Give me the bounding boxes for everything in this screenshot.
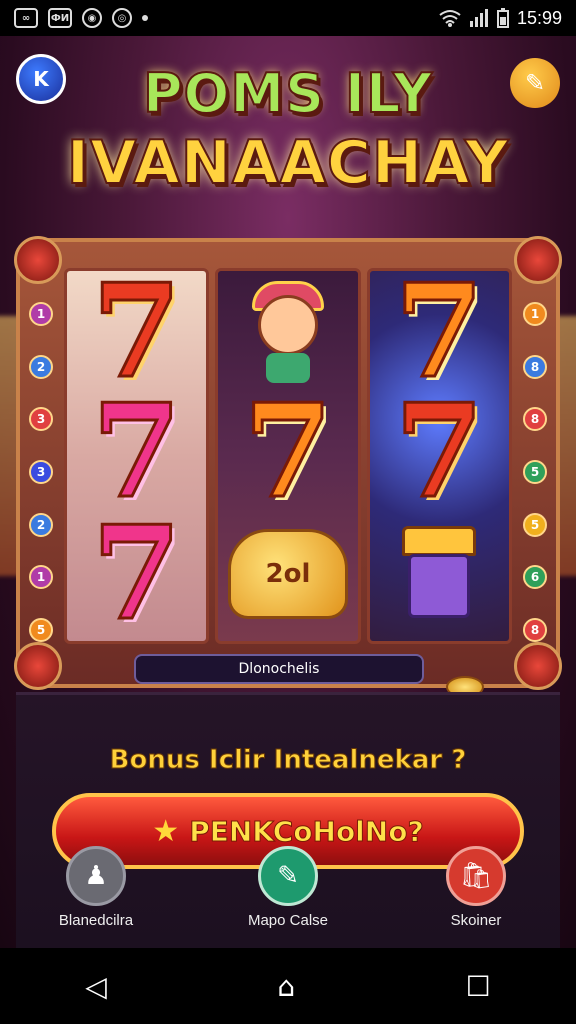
home-icon[interactable]: ⌂	[277, 970, 295, 1003]
payline-marker: 1	[523, 302, 547, 326]
bonus-text: Bonus Iclir Intealnekar ?	[109, 745, 467, 776]
payline-marker: 2	[29, 512, 53, 537]
gold-bag-symbol: 2ol	[227, 529, 348, 619]
nav-item-shop[interactable]: 🛍 Skoiner	[416, 846, 536, 929]
reel-area: 7 7 7 7 2ol 7 7	[64, 268, 512, 644]
game-title-line-1: POMS ILY	[142, 61, 434, 126]
nav-label: Skoiner	[450, 912, 502, 929]
payline-marker: 3	[29, 407, 53, 432]
corner-ornament	[14, 642, 62, 690]
nav-item-map[interactable]: ✎ Mapo Calse	[228, 846, 348, 929]
app-logo-button[interactable]: K	[16, 54, 66, 104]
payline-marker: 5	[523, 459, 547, 484]
payline-marker: 8	[523, 617, 547, 642]
clock: 15:99	[516, 7, 562, 28]
corner-ornament	[14, 236, 62, 284]
more-notifications-dot	[142, 15, 148, 21]
reel-2: 7 2ol	[215, 268, 361, 644]
reel-1: 7 7 7	[64, 268, 210, 644]
payline-marker: 8	[523, 407, 547, 432]
image-icon: ФИ	[48, 8, 72, 28]
app-icon: ◉	[82, 8, 102, 28]
nav-label: Blanedcilra	[58, 912, 134, 929]
system-navigation-bar: ◁ ⌂ ☐	[0, 948, 576, 1024]
slot-game-screen: K ✎ POMS ILY IVANAACHAY 1 2 3 3 2 1 5 1 …	[0, 36, 576, 948]
settings-button[interactable]: ✎	[510, 58, 560, 108]
shop-icon: 🛍	[446, 846, 506, 906]
recents-icon[interactable]: ☐	[466, 970, 491, 1003]
payline-marker: 5	[29, 617, 53, 642]
payline-marker: 1	[29, 565, 53, 590]
wrench-icon: ✎	[524, 69, 546, 97]
slot-machine: 1 2 3 3 2 1 5 1 8 8 5 5 6 8 7 7 7 7 2ol …	[14, 236, 562, 690]
nav-item-profile[interactable]: ♟ Blanedcilra	[36, 846, 156, 929]
notification-icon: ∞	[14, 8, 38, 28]
payline-marker: 8	[523, 354, 547, 379]
spin-button-label: PENKCoHolNo?	[189, 814, 424, 848]
map-icon: ✎	[258, 846, 318, 906]
corner-ornament	[514, 236, 562, 284]
machine-nameplate: Dlonochelis	[134, 654, 424, 684]
right-payline-markers: 1 8 8 5 5 6 8	[522, 302, 548, 642]
nav-label: Mapo Calse	[247, 912, 329, 929]
status-bar: ∞ ФИ ◉ ◎ 15:99	[0, 0, 576, 36]
payline-marker: 5	[523, 512, 547, 537]
wifi-icon	[439, 10, 461, 27]
jester-character-symbol	[240, 277, 336, 387]
seven-symbol: 7	[91, 377, 183, 527]
payline-marker: 1	[29, 302, 53, 326]
payline-marker: 6	[523, 565, 547, 590]
payline-marker: 3	[29, 459, 53, 484]
back-icon[interactable]: ◁	[85, 970, 107, 1003]
crown-chest-symbol	[394, 526, 484, 622]
game-title-line-2: IVANAACHAY	[66, 127, 510, 199]
star-icon: ★	[152, 813, 180, 849]
person-icon: ♟	[66, 846, 126, 906]
corner-ornament	[514, 642, 562, 690]
seven-symbol: 7	[91, 499, 183, 644]
seven-symbol: 7	[242, 377, 334, 527]
app-icon-2: ◎	[112, 8, 132, 28]
left-payline-markers: 1 2 3 3 2 1 5	[28, 302, 54, 642]
reel-3: 7 7	[366, 268, 512, 644]
signal-icon	[469, 9, 488, 27]
payline-marker: 2	[29, 354, 53, 379]
battery-icon	[496, 8, 509, 28]
seven-symbol: 7	[393, 377, 485, 527]
